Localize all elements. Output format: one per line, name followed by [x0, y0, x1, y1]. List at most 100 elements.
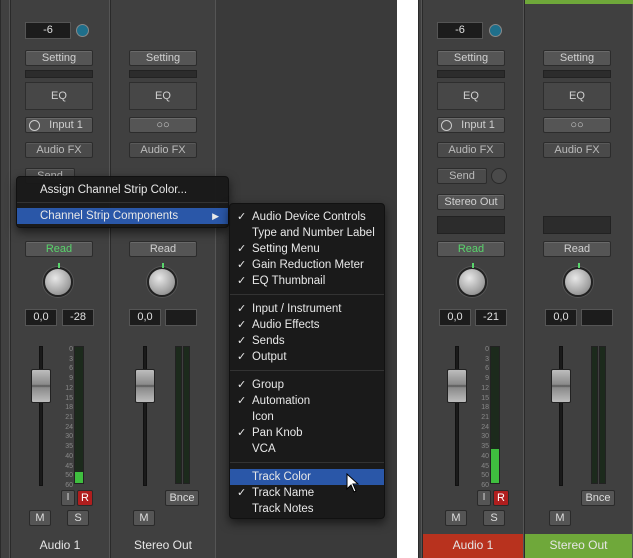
submenu-item-type-and-number-label[interactable]: Type and Number Label	[230, 225, 384, 241]
solo-button[interactable]: S	[483, 510, 505, 526]
audio-fx-slot[interactable]: Audio FX	[437, 142, 505, 158]
submenu-item-eq-thumbnail[interactable]: ✓ EQ Thumbnail	[230, 273, 384, 289]
link-icon[interactable]	[489, 24, 502, 37]
gain-reduction-slot	[543, 70, 611, 78]
input-monitor-button[interactable]: I	[477, 490, 491, 506]
submenu-item-automation[interactable]: ✓ Automation	[230, 393, 384, 409]
track-name[interactable]: Audio 1	[11, 534, 109, 558]
submenu-item-label: Audio Effects	[252, 319, 320, 331]
audio-fx-slot[interactable]: Audio FX	[543, 142, 611, 158]
setting-button[interactable]: Setting	[129, 50, 197, 66]
pan-knob[interactable]	[43, 263, 73, 297]
automation-read-button[interactable]: Read	[543, 241, 611, 257]
submenu-item-label: Output	[252, 351, 287, 363]
record-enable-button[interactable]: R	[493, 490, 509, 506]
setting-button[interactable]: Setting	[25, 50, 93, 66]
volume-fader[interactable]	[31, 369, 51, 403]
track-name[interactable]: Audio 1	[423, 534, 523, 558]
channel-strip-stereo-out: Setting EQ ○○ Audio FX Read 0,0 Bnce M S…	[524, 0, 633, 558]
group-slot[interactable]	[437, 216, 505, 234]
submenu-item-group[interactable]: ✓ Group	[230, 377, 384, 393]
level-value[interactable]: -21	[475, 309, 507, 326]
pan-knob[interactable]	[563, 263, 593, 297]
record-enable-button[interactable]: R	[77, 490, 93, 506]
submenu-item-audio-effects[interactable]: ✓ Audio Effects	[230, 317, 384, 333]
pan-value[interactable]: 0,0	[25, 309, 57, 326]
pan-value[interactable]: 0,0	[439, 309, 471, 326]
eq-thumbnail[interactable]: EQ	[437, 82, 505, 110]
mute-button[interactable]: M	[133, 510, 155, 526]
input-monitor-button[interactable]: I	[61, 490, 75, 506]
input-format-icon[interactable]	[441, 120, 452, 131]
stereo-format-button[interactable]: ○○	[129, 117, 197, 133]
submenu-item-gain-reduction-meter[interactable]: ✓ Gain Reduction Meter	[230, 257, 384, 273]
gain-field[interactable]: -6	[437, 22, 483, 39]
level-value[interactable]	[165, 309, 197, 326]
submenu-item-track-name[interactable]: ✓ Track Name	[230, 485, 384, 501]
scale-tick-label: 9	[69, 375, 73, 383]
scale-tick-label: 35	[481, 443, 489, 451]
level-scale: 0 3 6 9 12 15 18 21 24 30 35 40 45 50 60	[475, 346, 489, 489]
bounce-button[interactable]: Bnce	[581, 490, 615, 506]
submenu-item-label: Automation	[252, 395, 311, 407]
submenu-item-vca[interactable]: VCA	[230, 441, 384, 457]
menu-separator	[17, 202, 228, 203]
submenu-item-input-instrument[interactable]: ✓ Input / Instrument	[230, 301, 384, 317]
pan-knob[interactable]	[457, 263, 487, 297]
mute-button[interactable]: M	[549, 510, 571, 526]
menu-separator	[230, 370, 384, 371]
send-slot[interactable]: Send	[437, 168, 487, 184]
submenu-item-pan-knob[interactable]: ✓ Pan Knob	[230, 425, 384, 441]
pan-value[interactable]: 0,0	[129, 309, 161, 326]
mute-button[interactable]: M	[445, 510, 467, 526]
submenu-item-label: Track Color	[252, 471, 311, 483]
input-format-icon[interactable]	[29, 120, 40, 131]
eq-thumbnail[interactable]: EQ	[129, 82, 197, 110]
scale-tick-label: 18	[65, 404, 73, 412]
track-name[interactable]: Stereo Out	[525, 534, 632, 558]
eq-thumbnail[interactable]: EQ	[543, 82, 611, 110]
menu-separator	[230, 462, 384, 463]
bounce-button[interactable]: Bnce	[165, 490, 199, 506]
checkmark-icon: ✓	[237, 243, 247, 255]
track-name[interactable]: Stereo Out	[111, 534, 215, 558]
audio-fx-slot[interactable]: Audio FX	[25, 142, 93, 158]
automation-read-button[interactable]: Read	[25, 241, 93, 257]
setting-button[interactable]: Setting	[543, 50, 611, 66]
mouse-cursor-icon	[346, 473, 360, 493]
submenu-item-icon[interactable]: Icon	[230, 409, 384, 425]
setting-button[interactable]: Setting	[437, 50, 505, 66]
link-icon[interactable]	[76, 24, 89, 37]
pan-knob[interactable]	[147, 263, 177, 297]
pan-value[interactable]: 0,0	[545, 309, 577, 326]
checkmark-icon: ✓	[237, 351, 247, 363]
context-menu: Assign Channel Strip Color... Channel St…	[16, 176, 229, 228]
submenu-item-track-notes[interactable]: Track Notes	[230, 501, 384, 517]
gain-field[interactable]: -6	[25, 22, 71, 39]
output-button[interactable]: Stereo Out	[437, 194, 505, 210]
submenu-item-track-color[interactable]: Track Color	[230, 469, 384, 485]
volume-fader-track	[455, 346, 459, 486]
mute-button[interactable]: M	[29, 510, 51, 526]
group-slot[interactable]	[543, 216, 611, 234]
send-level-knob[interactable]	[491, 168, 507, 184]
volume-fader[interactable]	[135, 369, 155, 403]
level-value[interactable]: -28	[62, 309, 94, 326]
eq-thumbnail[interactable]: EQ	[25, 82, 93, 110]
submenu-item-output[interactable]: ✓ Output	[230, 349, 384, 365]
scale-tick-label: 6	[69, 365, 73, 373]
menu-item-channel-strip-components[interactable]: Channel Strip Components ▶	[17, 208, 228, 224]
volume-fader[interactable]	[447, 369, 467, 403]
submenu-item-audio-device-controls[interactable]: ✓ Audio Device Controls	[230, 209, 384, 225]
automation-read-button[interactable]: Read	[129, 241, 197, 257]
submenu-item-sends[interactable]: ✓ Sends	[230, 333, 384, 349]
menu-item-assign-color[interactable]: Assign Channel Strip Color...	[17, 182, 228, 198]
level-value[interactable]	[581, 309, 613, 326]
audio-fx-slot[interactable]: Audio FX	[129, 142, 197, 158]
solo-button[interactable]: S	[67, 510, 89, 526]
submenu-item-label: Pan Knob	[252, 427, 303, 439]
automation-read-button[interactable]: Read	[437, 241, 505, 257]
volume-fader[interactable]	[551, 369, 571, 403]
stereo-format-button[interactable]: ○○	[543, 117, 611, 133]
submenu-item-setting-menu[interactable]: ✓ Setting Menu	[230, 241, 384, 257]
